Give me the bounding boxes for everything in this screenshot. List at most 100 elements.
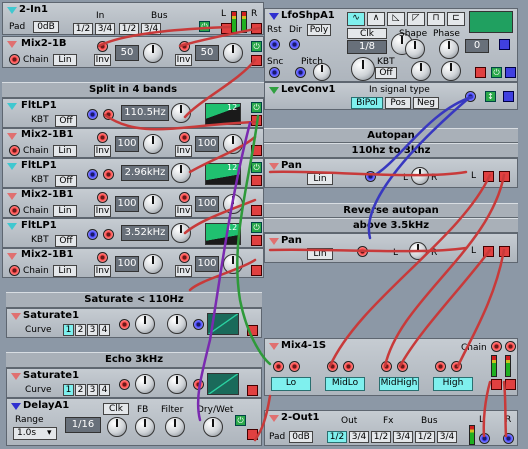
wave-sqr-button[interactable]: ⊓ bbox=[427, 12, 445, 26]
cutoff-value[interactable]: 3.52kHz bbox=[121, 225, 169, 241]
output-r-jack[interactable] bbox=[499, 171, 510, 182]
level-2-value[interactable]: 100 bbox=[195, 256, 219, 272]
chain-jack[interactable] bbox=[9, 265, 20, 276]
chain-mode[interactable]: Lin bbox=[53, 205, 77, 217]
input-jack[interactable] bbox=[87, 229, 98, 240]
pan-mode[interactable]: Lin bbox=[307, 173, 333, 185]
power-icon[interactable]: ⏻ bbox=[251, 222, 262, 233]
wave-pulse-button[interactable]: ⊏ bbox=[447, 12, 465, 26]
level-1-value[interactable]: 100 bbox=[115, 256, 139, 272]
output-blue-jack[interactable] bbox=[505, 67, 516, 78]
curve-2-button[interactable]: 2 bbox=[75, 324, 86, 336]
cutoff-knob[interactable] bbox=[171, 103, 191, 123]
kbt-off-button[interactable]: Off bbox=[55, 235, 77, 247]
input-jack[interactable] bbox=[193, 379, 204, 390]
curve-4-button[interactable]: 4 bbox=[99, 324, 110, 336]
collapse-icon[interactable] bbox=[269, 343, 279, 350]
band-high[interactable]: High bbox=[433, 377, 473, 391]
output-jack[interactable] bbox=[247, 429, 258, 440]
collapse-icon[interactable] bbox=[269, 13, 279, 20]
mod-jack[interactable] bbox=[365, 171, 376, 182]
pan-knob[interactable] bbox=[409, 242, 427, 260]
power-icon[interactable]: ⏻ bbox=[491, 67, 502, 78]
inv-1-button[interactable]: Inv bbox=[94, 265, 111, 277]
inv-1-button[interactable]: Inv bbox=[94, 54, 111, 66]
inv-2-button[interactable]: Inv bbox=[175, 54, 192, 66]
collapse-icon[interactable] bbox=[11, 403, 21, 410]
chain-jack[interactable] bbox=[9, 205, 20, 216]
level-1-knob[interactable] bbox=[143, 134, 163, 154]
collapse-icon[interactable] bbox=[269, 87, 279, 94]
bipol-button[interactable]: BiPol bbox=[351, 97, 383, 109]
input-2-jack[interactable] bbox=[179, 192, 190, 203]
output-l-jack[interactable] bbox=[483, 246, 494, 257]
level-1-knob[interactable] bbox=[143, 254, 163, 274]
input-1-jack[interactable] bbox=[97, 192, 108, 203]
rst-jack[interactable] bbox=[269, 39, 280, 50]
lo-l-jack[interactable] bbox=[273, 361, 284, 372]
mod-jack[interactable] bbox=[103, 229, 114, 240]
input-1-jack[interactable] bbox=[97, 132, 108, 143]
inv-2-button[interactable]: Inv bbox=[175, 205, 192, 217]
inv-1-button[interactable]: Inv bbox=[94, 205, 111, 217]
output-jack[interactable] bbox=[247, 325, 258, 336]
filter-knob[interactable] bbox=[165, 417, 185, 437]
fx-3-4-button[interactable]: 3/4 bbox=[393, 431, 413, 443]
offset-knob[interactable] bbox=[441, 61, 461, 81]
level-1-value[interactable]: 50 bbox=[115, 45, 139, 61]
neg-button[interactable]: Neg bbox=[413, 97, 439, 109]
range-dropdown-icon[interactable]: ▾ bbox=[47, 428, 52, 438]
wave-saw2-button[interactable]: ◸ bbox=[407, 12, 425, 26]
mod-jack[interactable] bbox=[119, 319, 130, 330]
kbt-off-button[interactable]: Off bbox=[55, 115, 77, 127]
in-1-2-button[interactable]: 1/2 bbox=[73, 23, 93, 35]
cutoff-knob[interactable] bbox=[171, 163, 191, 183]
high-r-jack[interactable] bbox=[451, 361, 462, 372]
collapse-icon[interactable] bbox=[7, 7, 17, 14]
level-2-knob[interactable] bbox=[223, 43, 243, 63]
output-jack[interactable] bbox=[251, 205, 262, 216]
chain-mode[interactable]: Lin bbox=[53, 265, 77, 277]
kbt-off-button[interactable]: Off bbox=[375, 67, 397, 79]
input-jack[interactable] bbox=[465, 91, 476, 102]
dir-jack[interactable] bbox=[289, 39, 300, 50]
mod-jack[interactable] bbox=[357, 246, 368, 257]
shape-knob[interactable] bbox=[405, 39, 425, 59]
output-jack[interactable] bbox=[503, 91, 514, 102]
mod-jack[interactable] bbox=[103, 109, 114, 120]
kbt-off-button[interactable]: Off bbox=[55, 175, 77, 187]
input-jack[interactable] bbox=[87, 109, 98, 120]
drywet-knob[interactable] bbox=[203, 417, 223, 437]
bus-1-2-button[interactable]: 1/2 bbox=[119, 23, 139, 35]
collapse-icon[interactable] bbox=[7, 223, 17, 230]
band-midlo[interactable]: MidLo bbox=[325, 377, 365, 391]
output-r-jack[interactable] bbox=[499, 246, 510, 257]
feedback-knob[interactable] bbox=[135, 417, 155, 437]
shape-knob[interactable] bbox=[167, 374, 187, 394]
pan-knob[interactable] bbox=[411, 167, 429, 185]
amount-knob[interactable] bbox=[135, 314, 155, 334]
collapse-icon[interactable] bbox=[269, 163, 279, 170]
snc-jack[interactable] bbox=[269, 67, 280, 78]
chain-mode[interactable]: Lin bbox=[53, 145, 77, 157]
depth-knob[interactable] bbox=[411, 61, 431, 81]
pad-value[interactable]: 0dB bbox=[289, 431, 313, 443]
midhigh-l-jack[interactable] bbox=[381, 361, 392, 372]
cutoff-knob[interactable] bbox=[171, 223, 191, 243]
power-icon[interactable]: ⏻ bbox=[235, 415, 246, 426]
amount-knob[interactable] bbox=[135, 374, 155, 394]
chain-r-jack[interactable] bbox=[505, 341, 516, 352]
wave-sine-button[interactable]: ∿ bbox=[347, 12, 365, 26]
output-jack[interactable] bbox=[251, 145, 262, 156]
midlo-l-jack[interactable] bbox=[327, 361, 338, 372]
curve-4-button[interactable]: 4 bbox=[99, 384, 110, 396]
level-1-knob[interactable] bbox=[143, 194, 163, 214]
input-l-jack[interactable] bbox=[479, 433, 490, 444]
output-r-jack[interactable] bbox=[251, 23, 262, 34]
output-jack[interactable] bbox=[251, 55, 262, 66]
collapse-icon[interactable] bbox=[7, 103, 17, 110]
phase-mod-jack[interactable] bbox=[499, 39, 510, 50]
inv-2-button[interactable]: Inv bbox=[175, 265, 192, 277]
pos-button[interactable]: Pos bbox=[385, 97, 411, 109]
chain-jack[interactable] bbox=[9, 54, 20, 65]
